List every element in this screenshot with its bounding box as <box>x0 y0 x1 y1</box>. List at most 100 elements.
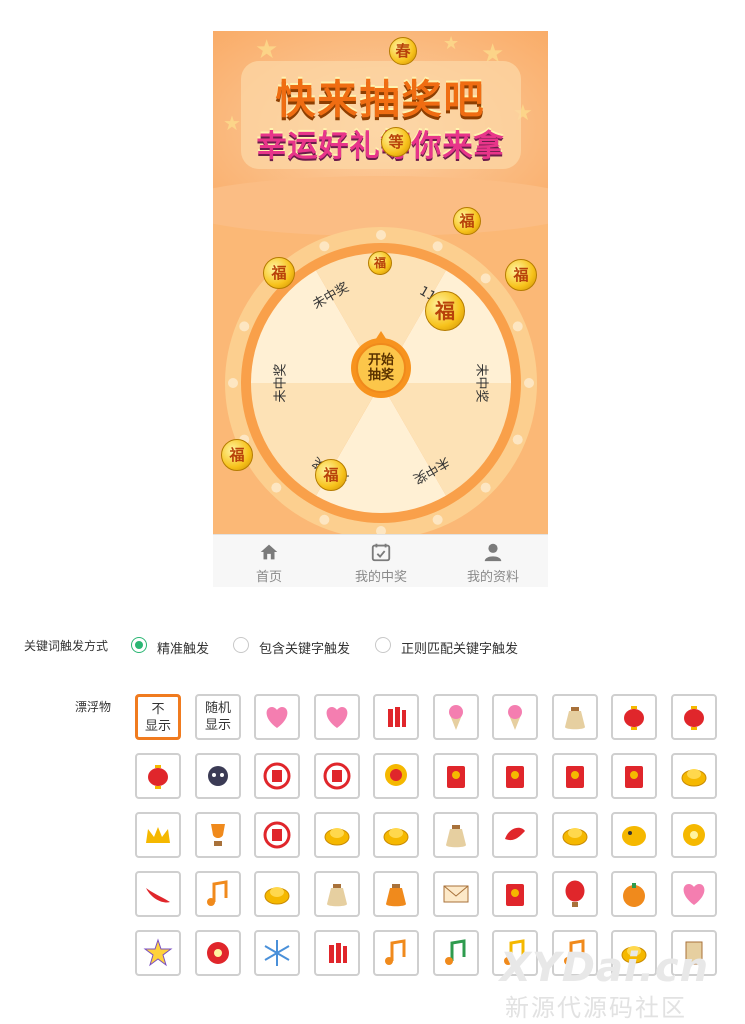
floater-option[interactable] <box>432 930 479 976</box>
gold-nugget-icon <box>562 828 587 846</box>
floater-option[interactable] <box>254 930 300 976</box>
firecracker-string-icon <box>328 943 347 963</box>
floater-option[interactable] <box>611 753 657 799</box>
floater-option[interactable] <box>194 812 241 858</box>
floater-option[interactable] <box>254 694 300 740</box>
floater-option[interactable] <box>373 753 419 799</box>
floater-option[interactable] <box>492 753 538 799</box>
floater-option[interactable] <box>313 871 360 917</box>
floater-option[interactable] <box>313 812 360 858</box>
floater-option[interactable] <box>670 871 717 917</box>
radio-dot[interactable] <box>375 637 391 653</box>
floater-option[interactable] <box>373 930 419 976</box>
hot-air-balloon-icon <box>564 879 585 907</box>
floater-option[interactable] <box>492 812 538 858</box>
heart-balloon-icon <box>326 707 347 728</box>
home-icon <box>260 544 278 560</box>
floater-option[interactable] <box>135 871 181 917</box>
red-lantern-icon <box>683 706 704 730</box>
floater-option[interactable] <box>551 871 598 917</box>
watermark-logo: XYDai.cn <box>500 945 710 991</box>
floater-option[interactable] <box>254 812 300 858</box>
banknote-icon <box>206 880 227 906</box>
dollar-bag-icon <box>445 825 466 848</box>
floater-option[interactable] <box>373 812 419 858</box>
snowflake-icon <box>264 940 290 966</box>
small-lantern-icon <box>148 765 168 789</box>
floater-option[interactable] <box>611 812 657 858</box>
floater-option[interactable] <box>313 694 360 740</box>
tab-my-profile[interactable]: 我的资料 <box>437 535 548 587</box>
radio-contains-label: 包含关键字触发 <box>259 642 351 657</box>
gold-coin-decoration: 福 <box>315 459 347 491</box>
red-packet-icon <box>625 766 643 788</box>
floater-option[interactable] <box>670 753 717 799</box>
floater-option[interactable] <box>551 812 598 858</box>
gold-coin-icon <box>383 828 409 846</box>
chili-icon <box>146 888 170 903</box>
floater-option[interactable] <box>135 930 181 976</box>
calendar-check-icon <box>371 543 391 562</box>
wheel-rim-light <box>432 241 443 252</box>
wheel-segment-label: 未中奖 <box>474 363 489 402</box>
tab-my-profile-label: 我的资料 <box>466 570 519 585</box>
gold-coin-decoration: 等 <box>381 127 411 157</box>
floater-option[interactable] <box>313 753 360 799</box>
floater-option[interactable] <box>611 694 657 740</box>
green-note-icon <box>444 939 465 965</box>
floater-option[interactable] <box>254 753 300 799</box>
floater-option[interactable] <box>373 694 419 740</box>
floater-option[interactable] <box>432 871 479 917</box>
radio-dot[interactable] <box>233 637 249 653</box>
floater-option[interactable] <box>194 871 241 917</box>
prize-wheel[interactable]: 未中奖111未中奖未中奖未中奖未中奖 开始 抽奖 <box>213 31 548 534</box>
wheel-rim-light <box>376 230 386 240</box>
start-button-label-1: 开始 <box>368 352 394 368</box>
wheel-segment-label: 未中奖 <box>274 363 289 402</box>
floater-option[interactable] <box>551 694 598 740</box>
fu-envelope-icon <box>565 766 584 788</box>
paper-bag-icon <box>326 884 347 907</box>
wheel-rim-light <box>512 321 523 332</box>
gold-coin-decoration: 福 <box>221 439 253 471</box>
coin-sack-icon <box>324 828 349 846</box>
coupon-icon <box>506 884 524 906</box>
gold-coin-decoration: 福 <box>368 251 392 275</box>
star-icon <box>143 938 173 967</box>
tab-my-prizes[interactable]: 我的中奖 <box>325 535 437 587</box>
wheel-rim-light <box>432 514 443 525</box>
floater-option[interactable] <box>492 694 538 740</box>
floater-option-random[interactable]: 随机 显示 <box>195 694 241 740</box>
floater-option[interactable] <box>670 812 717 858</box>
firecracker-icon <box>388 707 406 727</box>
tab-my-prizes-label: 我的中奖 <box>354 570 407 585</box>
coin-stack-icon <box>264 887 290 905</box>
floater-option[interactable] <box>373 871 419 917</box>
orange-money-bag-icon <box>386 884 406 907</box>
floater-option[interactable] <box>135 812 181 858</box>
floater-option[interactable] <box>492 871 538 917</box>
radio-exact-label: 精准触发 <box>157 642 210 657</box>
floater-option[interactable] <box>313 930 360 976</box>
floater-option-none[interactable]: 不 显示 <box>135 694 181 740</box>
sundae-icon <box>508 705 522 730</box>
floater-option[interactable] <box>135 753 181 799</box>
wheel-rim-light <box>239 321 250 332</box>
floater-option[interactable] <box>432 694 479 740</box>
piggy-bank-icon <box>622 826 646 846</box>
floater-option[interactable] <box>432 812 479 858</box>
floater-option[interactable] <box>551 753 598 799</box>
gold-coin-decoration: 福 <box>425 291 465 331</box>
floater-option[interactable] <box>194 930 241 976</box>
floater-option[interactable] <box>432 753 479 799</box>
floater-option[interactable] <box>670 694 717 740</box>
radio-dot[interactable] <box>131 637 147 653</box>
gold-flower-icon <box>682 824 705 846</box>
tab-home[interactable]: 首页 <box>213 535 325 587</box>
lion-dance-icon <box>385 764 407 786</box>
floater-option[interactable] <box>194 753 241 799</box>
floater-option[interactable] <box>611 871 657 917</box>
lottery-phone-preview: ★ ★ ★ ★ ★ 快来抽奖吧 幸运好礼等你来拿 未中奖111未中奖未中奖未中奖… <box>213 31 548 587</box>
floater-option[interactable] <box>254 871 300 917</box>
gold-fu-icon <box>323 762 350 790</box>
